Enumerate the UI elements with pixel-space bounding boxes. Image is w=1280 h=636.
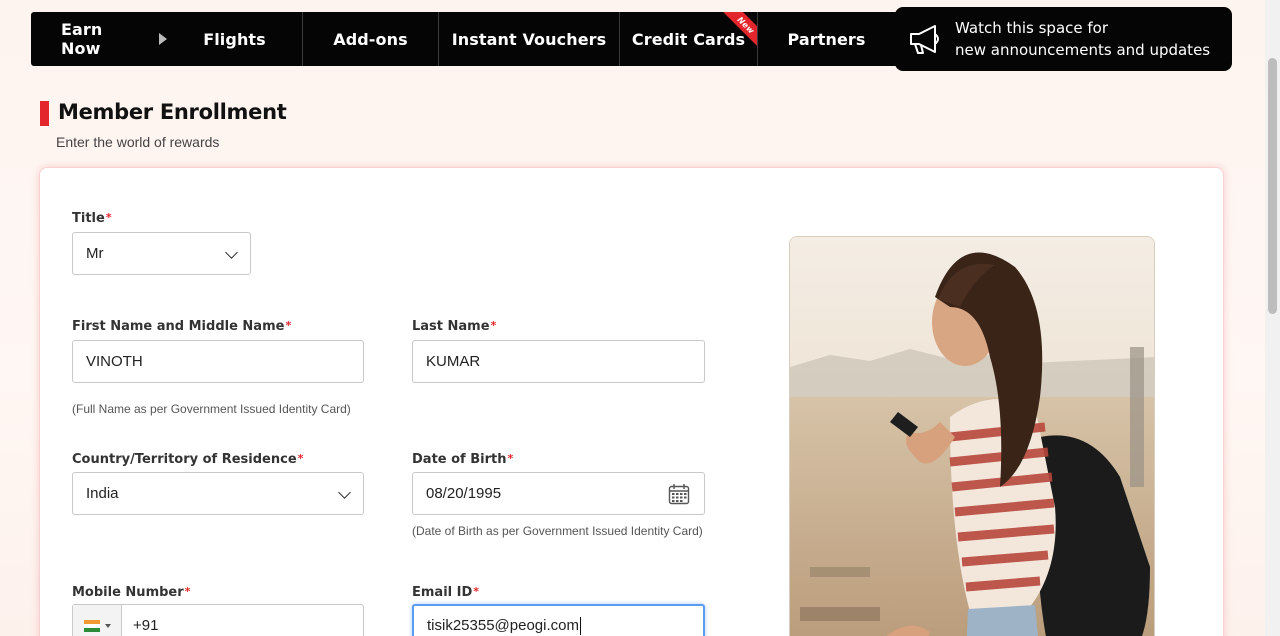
required-mark: * xyxy=(184,585,191,598)
required-mark: * xyxy=(285,319,292,332)
required-mark: * xyxy=(490,319,497,332)
nav-instant-vouchers[interactable]: Instant Vouchers xyxy=(439,12,620,66)
first-name-input[interactable]: VINOTH xyxy=(72,340,364,383)
india-flag-icon xyxy=(83,619,100,632)
chevron-down-icon xyxy=(338,486,351,499)
nav-credit-cards[interactable]: Credit Cards New xyxy=(620,12,758,66)
mobile-label: Mobile Number* xyxy=(72,585,191,600)
announcement-line-2: new announcements and updates xyxy=(955,41,1211,59)
text-cursor xyxy=(579,616,581,635)
nav-partners-label: Partners xyxy=(787,29,866,49)
mobile-input[interactable]: +91 xyxy=(72,604,364,636)
dob-hint: (Date of Birth as per Government Issued … xyxy=(412,524,703,538)
play-arrow-icon xyxy=(159,33,167,45)
first-name-label: First Name and Middle Name* xyxy=(72,319,292,334)
last-name-label: Last Name* xyxy=(412,319,497,334)
required-mark: * xyxy=(105,211,112,224)
page-subtitle: Enter the world of rewards xyxy=(56,134,220,150)
traveler-photo xyxy=(789,236,1155,636)
nav-flights[interactable]: Flights xyxy=(167,12,303,66)
announcement-text: Watch this space for new announcements a… xyxy=(955,17,1210,61)
country-select[interactable]: India xyxy=(72,472,364,515)
title-value: Mr xyxy=(86,245,104,262)
required-mark: * xyxy=(507,452,514,465)
chevron-down-icon xyxy=(225,246,238,259)
calendar-icon[interactable] xyxy=(668,483,690,505)
traveler-illustration xyxy=(790,237,1154,636)
megaphone-icon xyxy=(910,25,939,54)
first-name-value: VINOTH xyxy=(86,353,143,370)
caret-down-icon xyxy=(104,623,111,628)
country-value: India xyxy=(86,485,119,502)
nav-flights-label: Flights xyxy=(203,29,266,49)
nav-instant-vouchers-label: Instant Vouchers xyxy=(451,29,607,49)
nav-partners[interactable]: Partners xyxy=(758,12,895,66)
main-nav: Earn Now Flights Add-ons Instant Voucher… xyxy=(31,12,921,66)
country-label: Country/Territory of Residence* xyxy=(72,452,304,467)
title-label: Title* xyxy=(72,211,112,226)
nav-addons[interactable]: Add-ons xyxy=(303,12,439,66)
last-name-input[interactable]: KUMAR xyxy=(412,340,705,383)
nav-credit-cards-label: Credit Cards xyxy=(631,29,746,49)
required-mark: * xyxy=(473,585,480,598)
email-input[interactable]: tisik25355@peogi.com xyxy=(412,604,705,636)
email-value: tisik25355@peogi.com xyxy=(427,617,579,634)
page-scrollbar[interactable] xyxy=(1265,0,1280,636)
dob-value: 08/20/1995 xyxy=(426,485,502,502)
email-label: Email ID* xyxy=(412,585,480,600)
nav-earn-now[interactable]: Earn Now xyxy=(31,12,167,66)
last-name-value: KUMAR xyxy=(426,353,481,370)
nav-addons-label: Add-ons xyxy=(333,29,408,49)
first-name-hint: (Full Name as per Government Issued Iden… xyxy=(72,402,351,416)
dob-input[interactable]: 08/20/1995 xyxy=(412,472,705,515)
scrollbar-thumb[interactable] xyxy=(1268,58,1277,314)
announcement-banner[interactable]: Watch this space for new announcements a… xyxy=(895,7,1232,71)
dob-label: Date of Birth* xyxy=(412,452,514,467)
country-code-select[interactable] xyxy=(73,605,122,636)
page-title: Member Enrollment xyxy=(58,100,287,124)
title-accent-bar xyxy=(40,101,49,126)
title-select[interactable]: Mr xyxy=(72,232,251,275)
mobile-code: +91 xyxy=(133,617,159,634)
nav-earn-now-label: Earn Now xyxy=(61,20,103,58)
announcement-line-1: Watch this space for xyxy=(955,19,1109,37)
required-mark: * xyxy=(297,452,304,465)
